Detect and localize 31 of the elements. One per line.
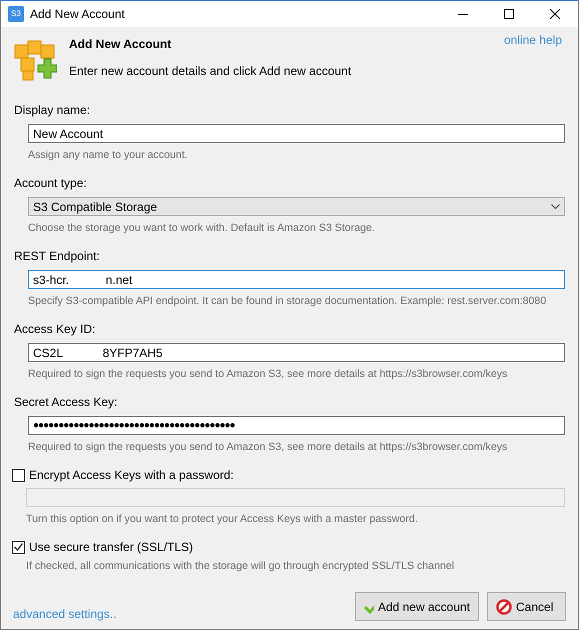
hint-text: Assign any name to your account. [28, 148, 189, 162]
hint-text: Specify S3-compatible API endpoint. It can be found in storage documentation. Example: rest.server.com:8080 [28, 294, 548, 308]
checkbox[interactable] [12, 540, 25, 554]
close-icon[interactable] [550, 9, 560, 19]
chevron-icon [551, 204, 560, 210]
text-field[interactable]: New Account [28, 124, 565, 143]
hint-text: Required to sign the requests you send to Amazon S3, see more details at https://s3browser.com/keys [28, 440, 508, 454]
field-label: Account type: [14, 176, 88, 191]
dialog-description: Enter new account details and click Add new account [69, 64, 352, 78]
checkbox-label: Use secure transfer (SSL/TLS) [29, 540, 194, 554]
text-field[interactable]: CS2L 8YFP7AH5 [28, 343, 565, 362]
hint-text: Choose the storage you want to work with. Default is Amazon S3 Storage. [28, 221, 376, 235]
checkbox[interactable] [12, 468, 25, 482]
field-label: Access Key ID: [14, 322, 96, 337]
hint-text: Required to sign the requests you send to Amazon S3, see more details at https://s3browser.com/keys [28, 367, 508, 381]
field-label: Display name: [14, 103, 92, 118]
app-icon: S3 [8, 6, 24, 22]
password-field[interactable]: ●●●●●●●●●●●●●●●●●●●●●●●●●●●●●●●●●●●●●●●● [28, 416, 565, 435]
hint-text: If checked, all communications with the storage will go through encrypted SSL/TLS channel [26, 559, 456, 573]
maximize-icon[interactable] [504, 9, 514, 19]
add-account-button[interactable]: Add new account [355, 592, 479, 621]
hint-text: Turn this option on if you want to protect your Access Keys with a master password. [26, 512, 419, 526]
dropdown[interactable]: S3 Compatible Storage [28, 197, 565, 216]
text-field[interactable]: s3-hcr. n.net [28, 270, 565, 289]
dialog-heading: Add New Account [69, 37, 172, 51]
field-label: Secret Access Key: [14, 395, 118, 410]
cancel-icon [496, 598, 512, 614]
field-label: REST Endpoint: [14, 249, 101, 264]
cancel-button[interactable]: Cancel [487, 592, 566, 621]
window-title: Add New Account [30, 7, 126, 21]
checkbox-label: Encrypt Access Keys with a password: [29, 468, 234, 482]
